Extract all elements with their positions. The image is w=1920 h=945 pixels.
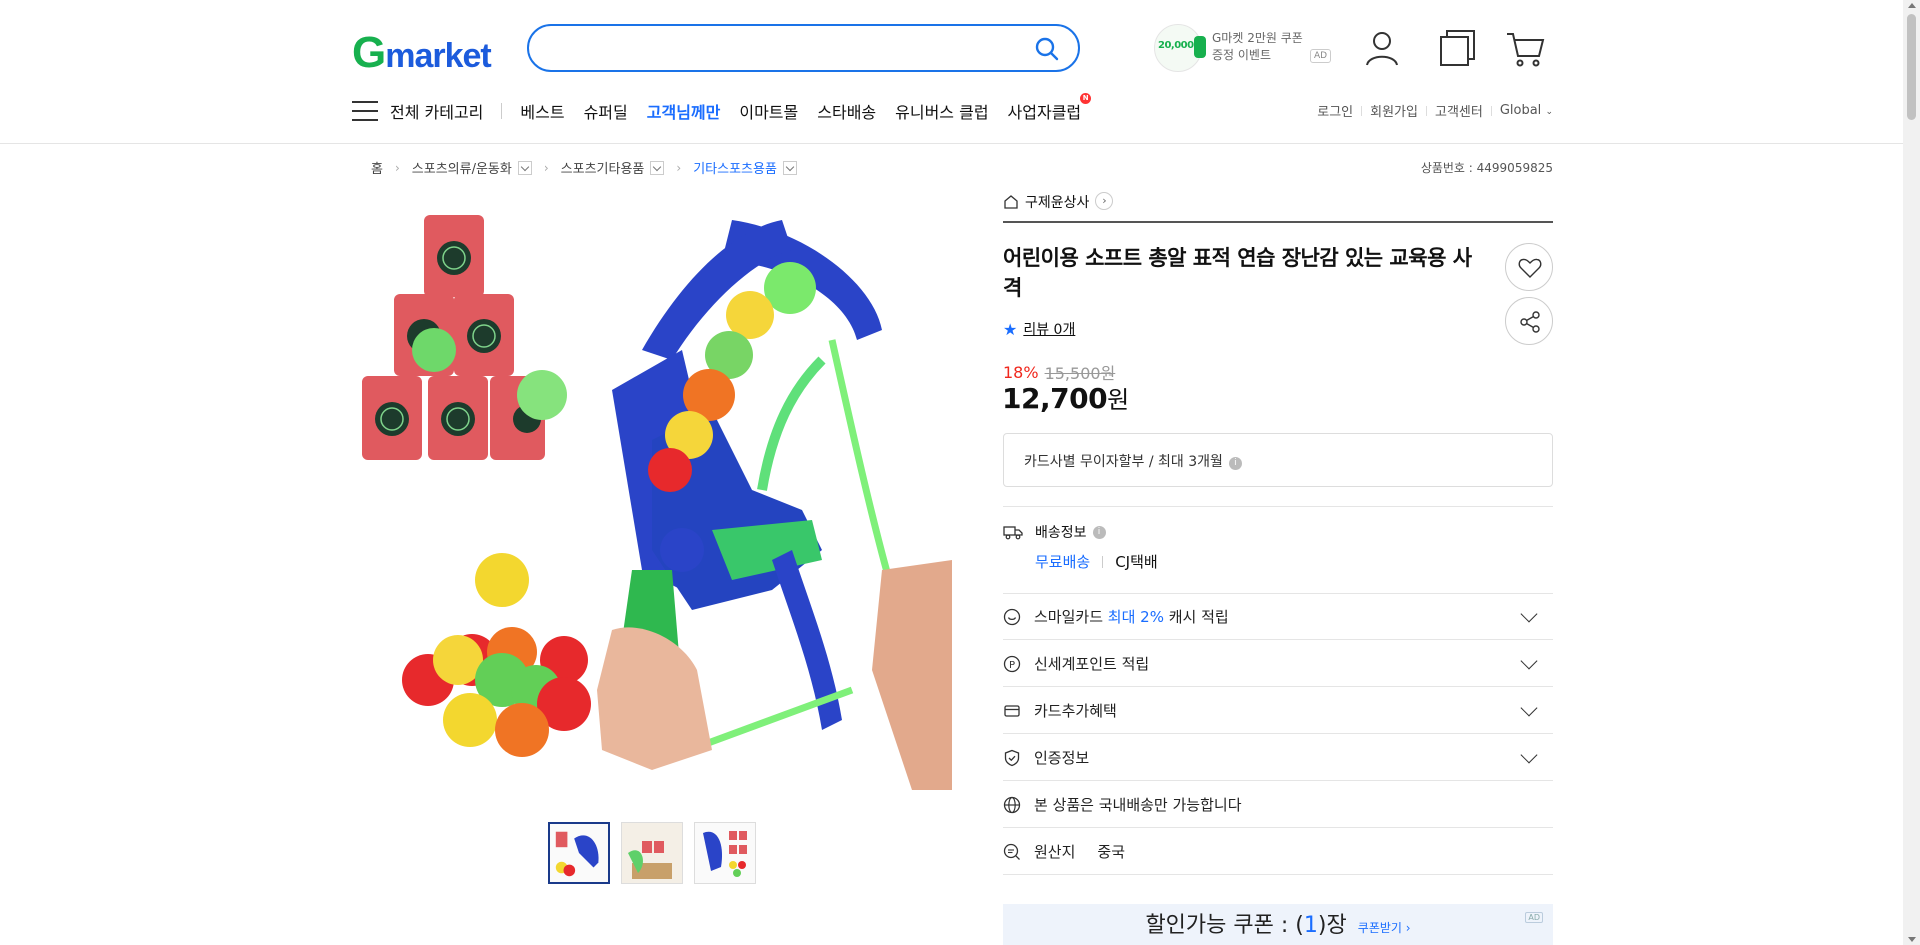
product-title: 어린이용 소프트 총알 표적 연습 장난감 있는 교육용 사격 xyxy=(1003,246,1472,300)
installment-info[interactable]: 카드사별 무이자할부 / 최대 3개월 i xyxy=(1003,433,1553,487)
globe-icon xyxy=(1003,796,1021,813)
certification-row[interactable]: 인증정보 xyxy=(1003,735,1553,781)
search-icon[interactable] xyxy=(1034,36,1060,62)
free-shipping: 무료배송 xyxy=(1035,553,1091,571)
smile-icon xyxy=(1003,608,1021,625)
review-link[interactable]: ★ 리뷰 0개 xyxy=(1003,319,1075,339)
breadcrumb-item-current[interactable]: 기타스포츠용품 xyxy=(693,158,797,177)
login-link[interactable]: 로그인 xyxy=(1317,101,1353,120)
dropdown-icon[interactable] xyxy=(517,160,532,175)
breadcrumb-item[interactable]: 스포츠기타용품 xyxy=(561,158,665,177)
nav-divider xyxy=(501,103,503,119)
signup-link[interactable]: 회원가입 xyxy=(1370,101,1418,120)
ad-badge: AD xyxy=(1310,49,1332,63)
cart-icon[interactable] xyxy=(1505,28,1545,68)
sale-price: 12,700원 xyxy=(1002,382,1129,415)
utility-links: 로그인 회원가입 고객센터 Global ⌄ xyxy=(1317,101,1553,120)
dropdown-icon[interactable] xyxy=(782,160,797,175)
chevron-right-icon: › xyxy=(394,160,400,175)
seller-row[interactable]: 구제윤상사 › xyxy=(1003,192,1553,223)
shinsegae-point-row[interactable]: P 신세계포인트 적립 xyxy=(1003,641,1553,687)
nav-for-you[interactable]: 고객님께만 xyxy=(647,99,721,123)
page-scrollbar[interactable] xyxy=(1903,0,1920,945)
chevron-right-icon: › xyxy=(543,160,549,175)
origin-search-icon xyxy=(1003,843,1020,860)
shipping-info-label: 배송정보 i xyxy=(1003,522,1106,542)
truck-icon xyxy=(1003,526,1023,540)
store-icon xyxy=(1004,195,1018,209)
promo-line1: G마켓 2만원 쿠폰 xyxy=(1212,31,1303,45)
origin-row: 원산지 중국 xyxy=(1003,829,1553,875)
new-badge: N xyxy=(1080,93,1092,104)
customer-center-link[interactable]: 고객센터 xyxy=(1435,101,1483,120)
discount-rate: 18% xyxy=(1003,362,1039,382)
nav-emart-mall[interactable]: 이마트몰 xyxy=(739,99,798,123)
thumbnail-1[interactable] xyxy=(548,822,610,884)
nav-best[interactable]: 베스트 xyxy=(520,99,564,123)
heart-icon xyxy=(1518,258,1542,278)
info-icon[interactable]: i xyxy=(1228,457,1242,470)
coupon-promo-banner[interactable]: 20,000 G마켓 2만원 쿠폰 증정 이벤트 xyxy=(1154,24,1334,72)
shipping-carrier: CJ택배 xyxy=(1115,553,1158,571)
user-icon[interactable] xyxy=(1362,28,1402,68)
scroll-up-arrow-icon[interactable] xyxy=(1908,3,1916,8)
shield-check-icon xyxy=(1004,749,1020,766)
ad-badge: AD xyxy=(1525,912,1543,923)
chevron-down-icon[interactable] xyxy=(1520,699,1538,717)
category-nav: 전체 카테고리 베스트 슈퍼딜 고객님께만 이마트몰 스타배송 유니버스 클럽 … xyxy=(352,93,1100,126)
wishlist-button[interactable] xyxy=(1505,243,1553,291)
shipping-values: 무료배송 CJ택배 xyxy=(1035,551,1158,572)
scrollbar-thumb[interactable] xyxy=(1907,14,1916,120)
smile-card-row[interactable]: 스마일카드 최대 2% 캐시 적립 xyxy=(1003,594,1553,640)
promo-amount: 20,000 xyxy=(1158,40,1194,51)
chevron-down-icon[interactable] xyxy=(1520,652,1538,670)
scroll-down-arrow-icon[interactable] xyxy=(1908,937,1916,942)
share-icon xyxy=(1520,311,1540,333)
dropdown-icon[interactable] xyxy=(650,160,665,175)
info-icon[interactable]: i xyxy=(1092,525,1106,539)
global-link[interactable]: Global ⌄ xyxy=(1500,103,1553,118)
chevron-down-icon[interactable] xyxy=(1520,746,1538,764)
point-icon: P xyxy=(1003,655,1021,672)
nav-superdeal[interactable]: 슈퍼딜 xyxy=(584,99,628,123)
breadcrumb: 홈 › 스포츠의류/운동화 › 스포츠기타용품 › 기타스포츠용품 xyxy=(371,158,797,177)
promo-line2: 증정 이벤트 xyxy=(1212,48,1272,62)
nav-business-club[interactable]: 사업자클럽 N xyxy=(1008,93,1092,123)
get-coupon-link[interactable]: 쿠폰받기 › xyxy=(1358,921,1411,935)
chevron-right-icon: › xyxy=(676,160,682,175)
origin-value: 중국 xyxy=(1097,843,1126,861)
recent-items-icon[interactable] xyxy=(1438,28,1478,68)
breadcrumb-item[interactable]: 스포츠의류/운동화 xyxy=(412,158,532,177)
chevron-down-icon: ⌄ xyxy=(1545,107,1553,117)
thumbnail-3[interactable] xyxy=(694,822,756,884)
review-count[interactable]: 리뷰 0개 xyxy=(1023,319,1075,339)
nav-star-delivery[interactable]: 스타배송 xyxy=(817,99,876,123)
seller-name[interactable]: 구제윤상사 xyxy=(1025,192,1089,212)
toy-bow-illustration xyxy=(352,190,952,790)
share-button[interactable] xyxy=(1505,297,1553,345)
thumbnail-2[interactable] xyxy=(621,822,683,884)
domestic-shipping-row: 본 상품은 국내배송만 가능합니다 xyxy=(1003,782,1553,828)
search-input[interactable] xyxy=(545,36,1015,60)
card-benefit-row[interactable]: 카드추가혜택 xyxy=(1003,688,1553,734)
card-icon xyxy=(1004,704,1020,717)
gmarket-logo[interactable]: Gmarket xyxy=(352,28,492,78)
nav-universe-club[interactable]: 유니버스 클럽 xyxy=(895,99,988,123)
search-box[interactable] xyxy=(527,24,1080,72)
hamburger-menu-icon[interactable] xyxy=(352,101,378,121)
thumbnail-list xyxy=(548,822,767,884)
nav-all-categories[interactable]: 전체 카테고리 xyxy=(390,99,483,123)
chevron-right-icon[interactable]: › xyxy=(1095,192,1114,210)
product-number: 상품번호 : 4499059825 xyxy=(1420,161,1553,175)
promo-badge-icon xyxy=(1194,36,1206,58)
divider xyxy=(1003,506,1553,507)
star-icon: ★ xyxy=(1003,319,1018,339)
breadcrumb-home[interactable]: 홈 xyxy=(371,158,383,177)
product-main-image[interactable] xyxy=(352,190,952,790)
svg-text:P: P xyxy=(1009,660,1015,671)
coupon-banner[interactable]: 할인가능 쿠폰 : (1)장 쿠폰받기 › AD xyxy=(1003,904,1553,945)
site-header: Gmarket 20,000 G마켓 2만원 쿠폰 증정 이벤트 AD 전체 카… xyxy=(0,0,1920,144)
chevron-down-icon[interactable] xyxy=(1520,605,1538,623)
